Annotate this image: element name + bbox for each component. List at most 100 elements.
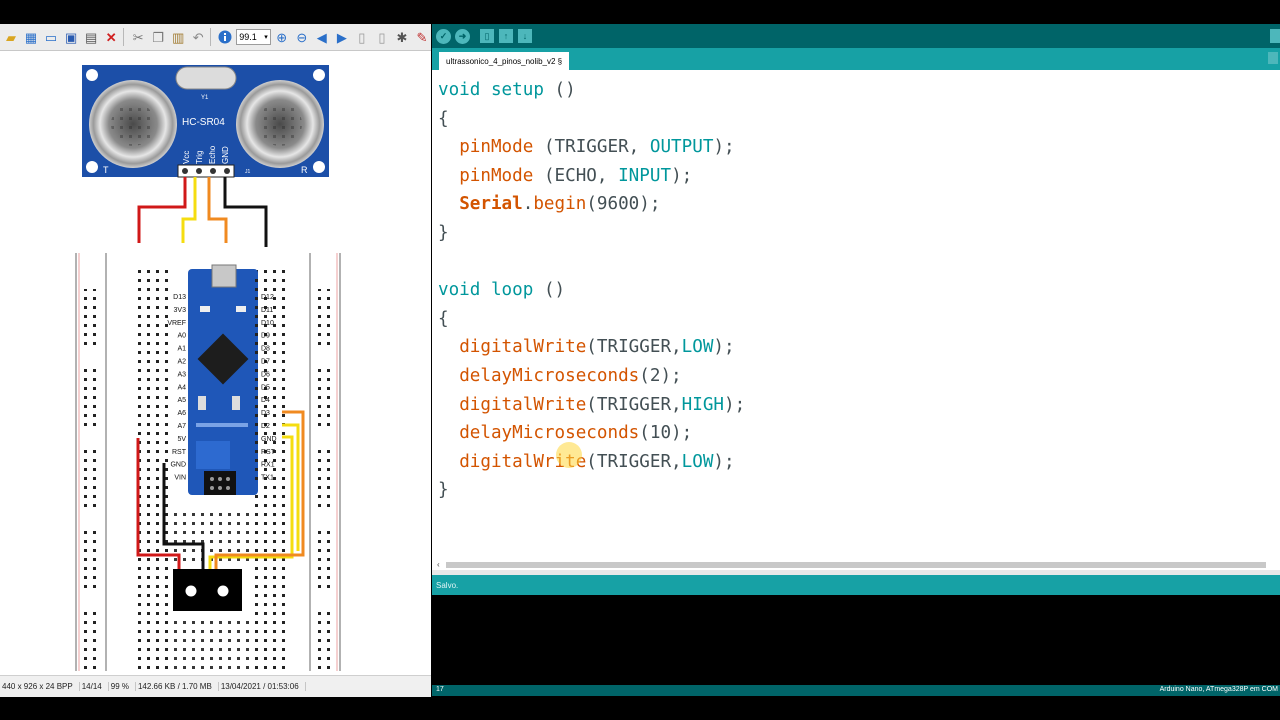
ide-status-bar: Salvo.: [432, 575, 1280, 595]
status-file-size: 142.66 KB / 1.70 MB: [136, 682, 219, 691]
editor-horizontal-scrollbar[interactable]: ‹: [432, 560, 1280, 570]
pages-icon[interactable]: ▯: [373, 28, 391, 47]
status-index: 14/14: [80, 682, 109, 691]
nano-pin-label: A4: [177, 384, 186, 391]
code-token: LOW: [681, 451, 714, 472]
previous-arrow-icon[interactable]: ◀: [313, 28, 331, 47]
zoom-out-icon[interactable]: ⊖: [293, 28, 311, 47]
line-number: 17: [436, 686, 444, 693]
code-token: digitalWrite: [459, 337, 587, 358]
nano-pin-label: A3: [177, 371, 186, 378]
tab-sketch-label: ultrassonico_4_pinos_nolib_v2 §: [446, 56, 563, 66]
cut-icon[interactable]: ✂: [129, 28, 147, 47]
open-sketch-icon[interactable]: ↑: [499, 29, 513, 43]
zoom-value: 99.1: [239, 32, 257, 42]
tab-sketch[interactable]: ultrassonico_4_pinos_nolib_v2 §: [439, 52, 570, 70]
code-token: begin: [533, 194, 587, 215]
mouse-cursor-highlight: [556, 442, 582, 468]
serial-monitor-icon[interactable]: [1270, 29, 1280, 43]
ide-toolbar: ✓ ➜ ▯ ↑ ↓: [432, 24, 1280, 48]
settings-icon[interactable]: ✱: [393, 28, 411, 47]
nano-pin-label: TX1: [261, 475, 274, 482]
open-folder-icon[interactable]: ▰: [2, 28, 20, 47]
toolbar-separator: [210, 28, 212, 46]
ide-tab-bar: ultrassonico_4_pinos_nolib_v2 §: [432, 48, 1280, 70]
r-label: R: [301, 165, 308, 175]
code-token: pinMode: [459, 137, 534, 158]
code-token: (): [554, 80, 576, 100]
new-sketch-icon[interactable]: ▯: [480, 29, 494, 43]
code-token: loop: [490, 280, 534, 301]
nano-pin-label: A2: [177, 359, 186, 366]
nano-pin-label: RST: [261, 449, 276, 456]
code-token: (ECHO,: [543, 165, 619, 186]
tab-menu-icon[interactable]: [1268, 52, 1278, 64]
code-token: delayMicroseconds: [459, 365, 640, 386]
undo-icon[interactable]: ↶: [189, 28, 207, 47]
info-icon[interactable]: [216, 28, 234, 47]
code-token: (TRIGGER,: [586, 394, 682, 415]
scrollbar-thumb[interactable]: [446, 562, 1266, 568]
nano-pin-label: A0: [177, 333, 186, 340]
zoom-in-icon[interactable]: ⊕: [273, 28, 291, 47]
status-zoom: 99 %: [109, 682, 136, 691]
board-info: Arduino Nano, ATmega328P em COM: [1159, 686, 1278, 693]
code-token: );: [724, 394, 746, 415]
code-token: Serial: [459, 194, 523, 215]
pin-vcc-label: Vcc: [182, 151, 191, 164]
nano-pin-label: D7: [261, 359, 270, 366]
code-token: INPUT: [618, 165, 672, 186]
code-token: (TRIGGER,: [543, 137, 650, 158]
nano-pin-label: D13: [173, 294, 186, 301]
nano-pin-label: D10: [261, 320, 274, 327]
code-token: (): [543, 280, 566, 301]
verify-icon[interactable]: ✓: [436, 28, 451, 44]
code-token: pinMode: [459, 165, 534, 186]
nano-pin-label: D8: [261, 346, 270, 353]
next-arrow-icon[interactable]: ▶: [333, 28, 351, 47]
image-viewer-window: ▰ ▦ ▭ ▣ ▤ ✕ ✂ ❐ ▥ ↶ 99.1 ▾ ⊕ ⊖ ◀ ▶ ▯ ▯ ✱…: [0, 24, 431, 697]
pin-gnd-label: GND: [221, 146, 230, 164]
viewer-status-bar: 440 x 926 x 24 BPP 14/14 99 % 142.66 KB …: [0, 675, 431, 697]
code-token: void: [438, 280, 481, 301]
nano-pin-label: 3V3: [174, 307, 187, 314]
save-icon[interactable]: ▣: [62, 28, 80, 47]
ide-console[interactable]: [432, 595, 1280, 685]
code-token: OUTPUT: [649, 137, 714, 158]
delete-icon[interactable]: ✕: [102, 28, 120, 47]
status-message: Salvo.: [436, 580, 459, 590]
copy-icon[interactable]: ❐: [149, 28, 167, 47]
pin-trig-label: Trig: [195, 151, 204, 164]
code-token: }: [438, 222, 449, 243]
tool-icon[interactable]: ✎: [413, 28, 431, 47]
nano-pin-label: D3: [261, 410, 270, 417]
code-token: );: [713, 137, 735, 158]
nano-pin-label: A6: [177, 410, 186, 417]
nano-pin-label: D12: [261, 294, 274, 301]
hc-sr04-sensor: Y1 HC-SR04 T R J1 Vcc Trig Echo GND: [82, 65, 329, 178]
code-token: setup: [490, 80, 544, 100]
t-label: T: [103, 165, 109, 175]
nano-pin-label: VIN: [174, 475, 186, 482]
code-text[interactable]: void setup () { pinMode (TRIGGER, OUTPUT…: [438, 76, 745, 505]
zoom-combobox[interactable]: 99.1 ▾: [236, 29, 271, 45]
paste-icon[interactable]: ▥: [169, 28, 187, 47]
nano-pin-label: A7: [177, 423, 186, 430]
print-icon[interactable]: ▤: [82, 28, 100, 47]
page-icon[interactable]: ▯: [353, 28, 371, 47]
code-token: digitalWrite: [459, 394, 587, 415]
code-editor[interactable]: void setup () { pinMode (TRIGGER, OUTPUT…: [432, 70, 1280, 560]
thumbnails-icon[interactable]: ▦: [22, 28, 40, 47]
arduino-ide-window: ✓ ➜ ▯ ↑ ↓ ultrassonico_4_pinos_nolib_v2 …: [432, 24, 1280, 696]
arduino-nano: [186, 264, 260, 495]
code-token: );: [713, 337, 735, 358]
nano-pin-label: D6: [261, 371, 270, 378]
save-sketch-icon[interactable]: ↓: [518, 29, 532, 43]
scroll-left-icon[interactable]: ‹: [437, 560, 440, 570]
nano-pin-label: VREF: [167, 320, 186, 327]
code-token: delayMicroseconds: [459, 423, 640, 444]
upload-icon[interactable]: ➜: [455, 28, 470, 44]
j1-label: J1: [245, 169, 251, 175]
code-token: );: [713, 451, 735, 472]
fullscreen-icon[interactable]: ▭: [42, 28, 60, 47]
